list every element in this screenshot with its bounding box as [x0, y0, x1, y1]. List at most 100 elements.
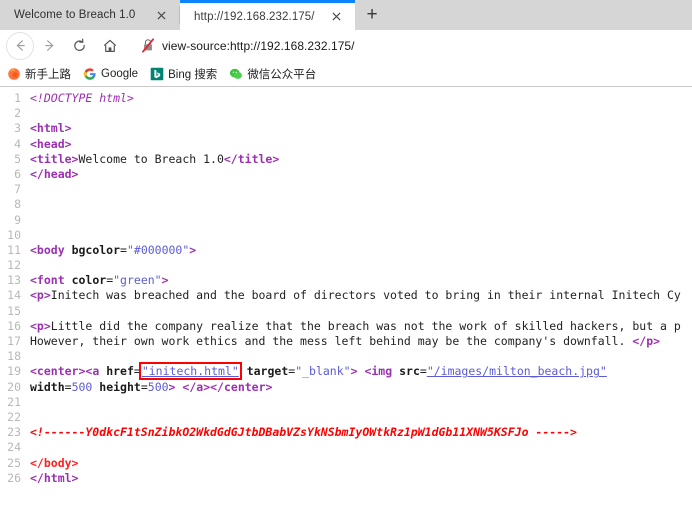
view-source-content[interactable]: 1 <!DOCTYPE html> 2 3 <html> 4 <head> 5 <title>W…: [0, 87, 692, 508]
source-token: bgcolor: [71, 242, 121, 257]
source-link[interactable]: "/images/milton_beach.jpg": [427, 364, 607, 378]
source-token: </body>: [30, 455, 79, 470]
source-token: 500: [147, 379, 169, 394]
tab-title: Welcome to Breach 1.0: [14, 9, 136, 21]
google-g-icon: [82, 67, 97, 82]
line-number: 1: [14, 91, 21, 105]
source-token: <a: [85, 364, 100, 379]
home-icon: [103, 39, 116, 52]
source-line: 2: [0, 106, 692, 121]
bookmark-label: Google: [101, 68, 139, 80]
source-code: However, their own work ethics and the m…: [30, 334, 660, 349]
address-bar[interactable]: view-source:http://192.168.232.175/: [133, 32, 692, 59]
bookmark-label: Bing 搜索: [168, 69, 218, 81]
source-code: </body>: [30, 456, 78, 471]
firefox-icon-svg: [7, 68, 20, 80]
arrow-right-icon: [45, 40, 54, 51]
source-line: 18: [0, 349, 692, 364]
source-token: <p>: [30, 318, 51, 333]
tab-strip-empty-area: [389, 0, 692, 30]
line-number: 21: [7, 394, 21, 409]
source-code: <html>: [30, 121, 72, 136]
bookmark-item-bing[interactable]: Bing 搜索: [149, 66, 217, 82]
source-code: </html>: [30, 471, 78, 486]
source-code: <p>Little did the company realize that t…: [30, 319, 681, 334]
source-line: 6 </head>: [0, 167, 692, 182]
source-line: 20 width=500 height=500> </a></center>: [0, 380, 692, 395]
source-token: <body: [30, 242, 65, 257]
source-token: =: [120, 242, 127, 257]
line-number: 5: [14, 151, 21, 166]
source-line: 13 <font color="green">: [0, 273, 692, 288]
source-token: =: [64, 379, 72, 394]
source-token: <img: [364, 364, 393, 379]
line-number: 12: [7, 258, 21, 273]
source-token: =: [419, 364, 427, 379]
bookmark-item-getting-started[interactable]: 新手上路: [6, 66, 71, 82]
plus-icon: +: [366, 4, 378, 25]
source-token: "green": [113, 273, 162, 288]
back-button[interactable]: [6, 31, 34, 60]
source-token: height: [99, 379, 141, 394]
browser-tab-1[interactable]: Welcome to Breach 1.0: [0, 0, 180, 30]
close-icon[interactable]: [154, 8, 168, 22]
source-line: 22: [0, 410, 692, 425]
source-code: <p>Initech was breached and the board of…: [30, 288, 681, 303]
source-code: <center><a href="initech.html" target="_…: [30, 362, 607, 381]
line-number: 4: [14, 136, 21, 151]
line-number: 16: [7, 318, 21, 333]
source-token: </center>: [210, 379, 273, 394]
line-number: 23: [7, 425, 21, 440]
line-number: 24: [7, 440, 21, 455]
line-number: 22: [7, 409, 21, 424]
source-line: 4 <head>: [0, 137, 692, 152]
browser-tab-2[interactable]: http://192.168.232.175/: [180, 0, 355, 30]
source-line: 12: [0, 258, 692, 273]
source-code: <!DOCTYPE html>: [30, 91, 134, 106]
line-number: 14: [7, 288, 21, 303]
bookmark-item-wechat[interactable]: 微信公众平台: [228, 66, 316, 82]
line-number: 11: [7, 242, 21, 257]
source-token: "#000000": [126, 242, 190, 257]
source-token: <html>: [30, 121, 72, 136]
reload-button[interactable]: [65, 31, 94, 60]
source-token: </head>: [30, 166, 79, 181]
arrow-left-icon: [16, 40, 25, 51]
line-number: 19: [7, 364, 21, 379]
insecure-lock-icon[interactable]: [138, 37, 158, 55]
line-number: 20: [7, 379, 21, 394]
google-g-icon-svg: [83, 68, 96, 80]
source-token: width: [30, 379, 65, 394]
source-token: >: [189, 242, 197, 257]
new-tab-button[interactable]: +: [355, 0, 389, 30]
bookmark-item-google[interactable]: Google: [82, 67, 138, 82]
source-token: "_blank": [295, 364, 351, 379]
source-token: href: [106, 364, 134, 379]
reload-icon: [74, 38, 85, 51]
highlighted-href-value[interactable]: "initech.html": [138, 362, 242, 381]
line-number: 9: [14, 212, 21, 227]
home-button[interactable]: [95, 31, 124, 60]
address-bar-text[interactable]: view-source:http://192.168.232.175/: [162, 39, 355, 53]
close-icon[interactable]: [329, 10, 343, 24]
source-token: src: [399, 364, 420, 379]
source-code: <font color="green">: [30, 273, 169, 288]
source-line: 17 However, their own work ethics and the…: [0, 334, 692, 349]
source-token: Little did the company realize that the …: [50, 318, 681, 333]
bing-b-icon-svg: [150, 67, 163, 81]
source-token: >: [161, 273, 169, 288]
line-number: 3: [14, 121, 21, 136]
line-number: 10: [7, 227, 21, 242]
line-number: 26: [7, 470, 21, 485]
firefox-icon: [6, 67, 21, 82]
source-line: 16 <p>Little did the company realize that…: [0, 319, 692, 334]
line-number: 15: [7, 303, 21, 318]
tab-strip: Welcome to Breach 1.0 http://192.168.232…: [0, 0, 692, 30]
source-token: [240, 364, 247, 378]
source-line: 15: [0, 304, 692, 319]
source-token: [65, 243, 72, 257]
forward-button[interactable]: [35, 31, 64, 60]
source-token: target: [246, 364, 289, 379]
source-line: 21: [0, 395, 692, 410]
bing-b-icon: [149, 67, 164, 82]
